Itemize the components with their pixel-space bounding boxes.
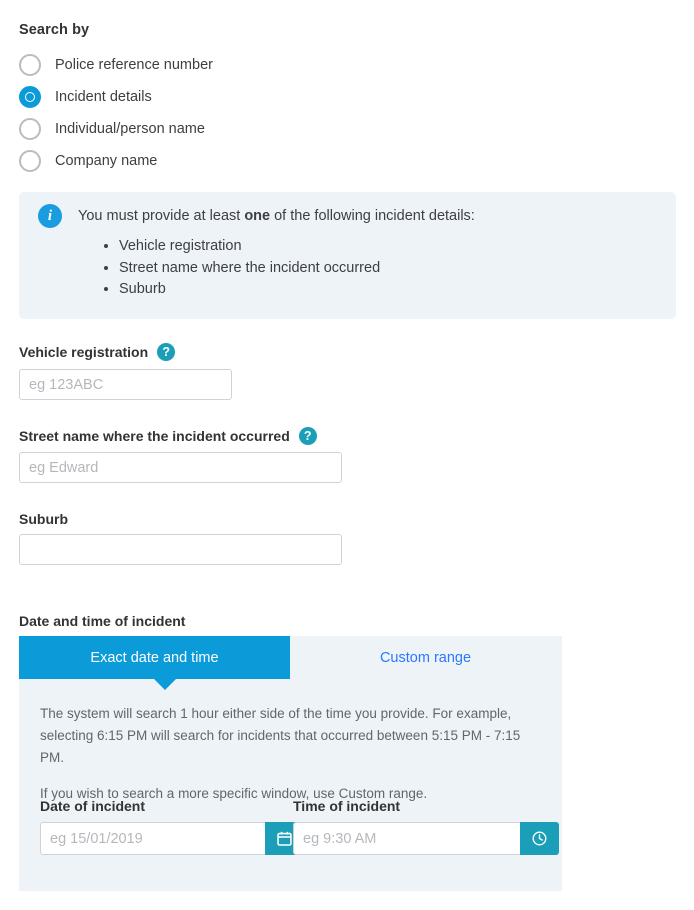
description-paragraph-1: The system will search 1 hour either sid…	[40, 706, 521, 765]
label-text: Vehicle registration	[19, 344, 149, 360]
radio-label: Company name	[55, 153, 158, 169]
street-name-label: Street name where the incident occurred …	[19, 427, 317, 445]
radio-indicator-selected[interactable]	[19, 86, 41, 108]
info-lead-text: You must provide at least one of the fol…	[78, 206, 475, 226]
info-callout: i You must provide at least one of the f…	[19, 192, 676, 319]
tab-label: Custom range	[379, 649, 472, 666]
label-text: Suburb	[19, 511, 68, 527]
suburb-input[interactable]	[19, 534, 342, 565]
list-item: Street name where the incident occurred	[119, 258, 380, 280]
time-of-incident-input[interactable]	[293, 822, 520, 855]
radio-option-police-reference-number[interactable]: Police reference number	[19, 49, 519, 81]
vehicle-registration-label: Vehicle registration ?	[19, 343, 176, 361]
info-lead-emphasis: one	[244, 208, 271, 224]
date-time-tabs: Exact date and time Custom range	[19, 636, 562, 679]
info-lead-prefix: You must provide at least	[78, 208, 245, 224]
time-of-incident-label: Time of incident	[293, 798, 401, 814]
tab-exact-date-and-time[interactable]: Exact date and time	[19, 636, 290, 679]
radio-option-incident-details[interactable]: Incident details	[19, 81, 519, 113]
radio-label: Incident details	[55, 89, 152, 105]
search-by-heading: Search by	[19, 22, 90, 38]
radio-indicator[interactable]	[19, 150, 41, 172]
date-time-panel: Exact date and time Custom range The sys…	[19, 636, 562, 891]
radio-label: Police reference number	[55, 57, 213, 73]
time-of-incident-group	[293, 822, 559, 855]
radio-option-company-name[interactable]: Company name	[19, 145, 519, 177]
tab-custom-range[interactable]: Custom range	[290, 636, 561, 679]
suburb-label: Suburb	[19, 511, 68, 527]
time-picker-button[interactable]	[520, 822, 559, 855]
date-of-incident-input[interactable]	[40, 822, 265, 855]
info-icon: i	[38, 204, 62, 228]
radio-label: Individual/person name	[55, 121, 205, 137]
list-item: Vehicle registration	[119, 236, 380, 258]
tab-label: Exact date and time	[90, 649, 219, 666]
search-by-radio-group: Police reference number Incident details…	[19, 49, 519, 177]
calendar-icon	[276, 830, 293, 847]
info-requirements-list: Vehicle registration Street name where t…	[97, 236, 380, 301]
radio-indicator[interactable]	[19, 54, 41, 76]
question-mark-icon[interactable]: ?	[298, 427, 317, 445]
radio-option-individual-person-name[interactable]: Individual/person name	[19, 113, 519, 145]
radio-indicator[interactable]	[19, 118, 41, 140]
list-item: Suburb	[119, 279, 380, 301]
incident-search-form: Search by Police reference number Incide…	[0, 0, 694, 910]
street-name-input[interactable]	[19, 452, 342, 483]
question-mark-icon[interactable]: ?	[157, 343, 176, 361]
date-time-heading: Date and time of incident	[19, 613, 186, 629]
date-of-incident-label: Date of incident	[40, 798, 146, 814]
active-tab-pointer	[154, 679, 176, 690]
date-of-incident-group	[40, 822, 304, 855]
vehicle-registration-input[interactable]	[19, 369, 232, 400]
clock-icon	[531, 830, 548, 847]
info-lead-suffix: of the following incident details:	[270, 208, 475, 224]
label-text: Street name where the incident occurred	[19, 428, 290, 444]
